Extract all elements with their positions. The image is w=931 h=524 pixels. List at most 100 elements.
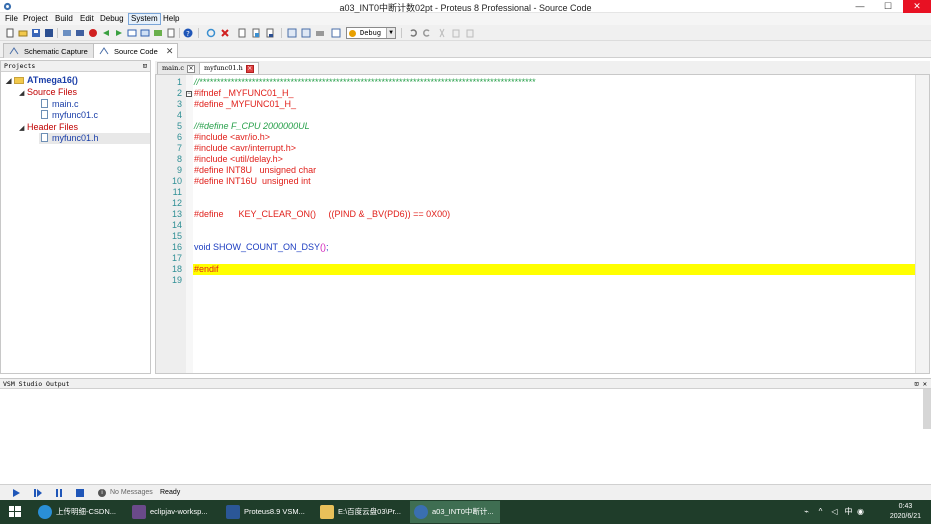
compile-icon[interactable]	[287, 28, 297, 38]
menu-edit[interactable]: Edit	[78, 13, 96, 25]
line-number: 5	[176, 121, 182, 131]
schematic-icon[interactable]	[140, 28, 150, 38]
minimize-button[interactable]: —	[846, 0, 874, 13]
close-icon[interactable]: ×	[187, 65, 196, 73]
new-file-icon[interactable]	[5, 28, 15, 38]
line-number: 7	[176, 143, 182, 153]
pause-icon[interactable]	[54, 488, 64, 498]
notification-icon[interactable]: ◉	[856, 507, 865, 516]
undo-icon[interactable]	[408, 28, 418, 38]
line-number: 3	[176, 99, 182, 109]
tree-file-main-c[interactable]: main.c	[41, 99, 79, 110]
close-button[interactable]: ✕	[903, 0, 931, 13]
taskbar-app-explorer[interactable]: E:\百度云盘03\Pr...	[316, 501, 406, 523]
code-editor[interactable]: 1 2 3 4 5 6 7 8 9 10 11 12 13 14 15 16 1…	[155, 74, 930, 374]
clock[interactable]: 0:43 2020/6/21	[890, 502, 921, 522]
taskbar-app-browser[interactable]: 上传明细-CSDN...	[34, 501, 124, 523]
ime-indicator[interactable]: 中	[844, 507, 853, 516]
tree-label: myfunc01.c	[52, 110, 99, 120]
link-icon[interactable]	[301, 28, 311, 38]
chevron-down-icon[interactable]: ▼	[386, 28, 395, 38]
copy-icon[interactable]	[451, 28, 461, 38]
tree-group-header-files[interactable]: ◢ Header Files	[19, 122, 78, 133]
step-forward-icon[interactable]	[114, 28, 124, 38]
step-icon[interactable]	[33, 488, 43, 498]
vertical-scrollbar[interactable]	[915, 75, 929, 373]
info-icon: i	[98, 489, 106, 497]
build-config-select[interactable]: Debug ▼	[346, 27, 396, 39]
build-icon[interactable]	[62, 28, 72, 38]
save-all-icon[interactable]	[44, 28, 54, 38]
editor-tab-myfunc01-h[interactable]: myfunc01.h ×	[199, 62, 259, 74]
taskbar-app-word[interactable]: Proteus8.9 VSM...	[222, 501, 312, 523]
rebuild-icon[interactable]	[75, 28, 85, 38]
cut-icon[interactable]	[437, 28, 447, 38]
refresh-icon[interactable]	[206, 28, 216, 38]
paste-icon[interactable]	[465, 28, 475, 38]
line-number: 9	[176, 165, 182, 175]
stop-icon[interactable]	[75, 488, 85, 498]
taskbar-app-eclipse[interactable]: eclipjav-worksp...	[128, 501, 218, 523]
line-number: 14	[171, 220, 182, 230]
menu-system[interactable]: System	[128, 13, 161, 25]
fold-toggle-icon[interactable]: −	[186, 91, 192, 97]
status-text: Ready	[160, 489, 181, 496]
toolbar-separator	[179, 28, 180, 38]
menu-file[interactable]: File	[3, 13, 20, 25]
document-add-icon[interactable]	[251, 28, 261, 38]
messages-indicator[interactable]: i No Messages	[98, 488, 153, 498]
pcb-icon[interactable]	[153, 28, 163, 38]
open-folder-icon[interactable]	[18, 28, 28, 38]
collapse-icon[interactable]: ◢	[6, 76, 14, 87]
tree-group-source-files[interactable]: ◢ Source Files	[19, 87, 77, 98]
gear-icon	[349, 30, 356, 37]
run-icon[interactable]	[331, 28, 341, 38]
save-icon[interactable]	[31, 28, 41, 38]
stop-build-icon[interactable]	[88, 28, 98, 38]
menu-build[interactable]: Build	[53, 13, 75, 25]
editor-tab-main-c[interactable]: main.c ×	[157, 62, 201, 74]
code-line: #include <util/delay.h>	[194, 154, 283, 164]
document-save-icon[interactable]	[265, 28, 275, 38]
menu-help[interactable]: Help	[161, 13, 181, 25]
toolbar-separator	[198, 28, 199, 38]
taskbar-app-proteus[interactable]: a03_INT0中断计...	[410, 501, 500, 523]
clean-icon[interactable]	[315, 28, 325, 38]
redo-icon[interactable]	[422, 28, 432, 38]
window-icon[interactable]	[127, 28, 137, 38]
pane-controls[interactable]: ⊡ ✕	[914, 379, 927, 389]
speaker-icon[interactable]: ◁	[830, 507, 839, 516]
close-icon[interactable]: ✕	[166, 46, 174, 56]
tab-source-code[interactable]: Source Code ✕	[93, 43, 179, 58]
source-code-icon	[99, 47, 109, 55]
play-icon[interactable]	[11, 488, 21, 498]
menu-debug[interactable]: Debug	[98, 13, 126, 25]
network-icon[interactable]: ⌁	[802, 507, 811, 516]
tree-file-myfunc01-c[interactable]: myfunc01.c	[41, 110, 98, 121]
collapse-icon[interactable]: ◢	[19, 88, 27, 99]
maximize-button[interactable]: ☐	[874, 0, 902, 13]
close-icon[interactable]: ×	[245, 65, 254, 73]
line-number: 13	[171, 209, 182, 219]
help-icon[interactable]: ?	[183, 28, 193, 38]
windows-start-icon[interactable]	[0, 500, 30, 524]
line-number: 8	[176, 154, 182, 164]
pin-icon[interactable]: ⊡	[143, 61, 147, 71]
step-back-icon[interactable]	[101, 28, 111, 38]
file-icon	[41, 99, 48, 108]
output-header: VSM Studio Output ⊡ ✕	[0, 379, 931, 389]
tree-file-myfunc01-h[interactable]: myfunc01.h	[39, 133, 150, 144]
output-scrollbar[interactable]	[923, 389, 931, 429]
tab-label: main.c	[162, 64, 185, 72]
collapse-icon[interactable]: ◢	[19, 123, 27, 134]
tree-root-atmega16[interactable]: ◢ ATmega16()	[6, 75, 78, 86]
line-number: 15	[171, 231, 182, 241]
menu-project[interactable]: Project	[21, 13, 50, 25]
bom-icon[interactable]	[166, 28, 176, 38]
new-document-icon[interactable]	[237, 28, 247, 38]
chevron-up-icon[interactable]: ^	[816, 507, 825, 516]
vsm-output-pane: VSM Studio Output ⊡ ✕	[0, 378, 931, 484]
code-line: //#define F_CPU 2000000UL	[194, 121, 310, 131]
delete-icon[interactable]	[220, 28, 230, 38]
tab-label: Schematic Capture	[24, 47, 88, 56]
